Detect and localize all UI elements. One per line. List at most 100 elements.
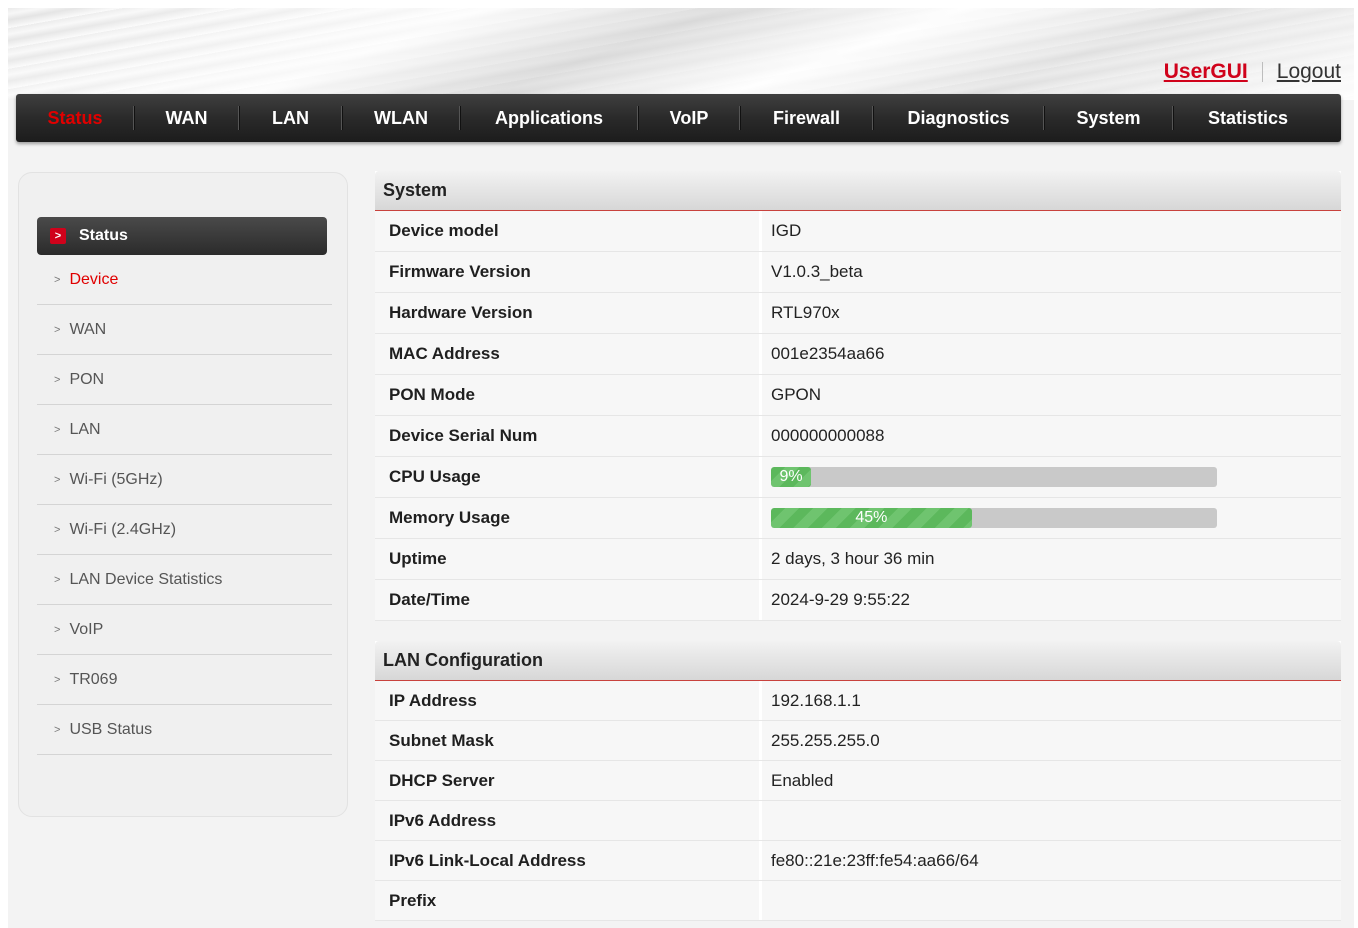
row-label: Hardware Version (375, 293, 762, 333)
row-value (762, 801, 1341, 840)
row-value: V1.0.3_beta (762, 252, 1341, 292)
logout-link[interactable]: Logout (1277, 60, 1341, 84)
sidebar-item-voip[interactable]: > VoIP (37, 605, 332, 655)
row-value (762, 881, 1341, 920)
row-value: Enabled (762, 761, 1341, 800)
nav-statistics[interactable]: Statistics (1173, 94, 1323, 142)
sidebar-item-usb-status[interactable]: > USB Status (37, 705, 332, 755)
chevron-right-icon: > (50, 228, 66, 244)
row-value: GPON (762, 375, 1341, 415)
cpu-usage-fill: 9% (771, 467, 812, 487)
table-row: IPv6 Link-Local Address fe80::21e:23ff:fe… (375, 841, 1341, 881)
arrow-icon: > (54, 273, 61, 286)
sidebar-item-tr069[interactable]: > TR069 (37, 655, 332, 705)
sidebar-item-wifi-5ghz[interactable]: > Wi-Fi (5GHz) (37, 455, 332, 505)
memory-usage-bar: 45% (771, 508, 1217, 528)
link-divider (1261, 62, 1263, 82)
row-value: fe80::21e:23ff:fe54:aa66/64 (762, 841, 1341, 880)
system-panel-title: System (375, 171, 1341, 211)
sidebar-item-label: Wi-Fi (5GHz) (69, 470, 163, 488)
nav-status[interactable]: Status (16, 94, 134, 142)
sidebar-item-pon[interactable]: > PON (37, 355, 332, 405)
table-row: CPU Usage 9% (375, 457, 1341, 498)
sidebar-item-label: USB Status (69, 720, 153, 738)
sidebar-item-lan-device-statistics[interactable]: > LAN Device Statistics (37, 555, 332, 605)
row-label: PON Mode (375, 375, 762, 415)
row-value: 192.168.1.1 (762, 681, 1341, 720)
nav-diagnostics[interactable]: Diagnostics (873, 94, 1044, 142)
row-value: 000000000088 (762, 416, 1341, 456)
table-row: PON Mode GPON (375, 375, 1341, 416)
nav-system[interactable]: System (1044, 94, 1173, 142)
nav-wlan[interactable]: WLAN (342, 94, 460, 142)
table-row: Device model IGD (375, 211, 1341, 252)
row-value: RTL970x (762, 293, 1341, 333)
arrow-icon: > (54, 373, 61, 386)
sidebar: > Status > Device > WAN > PON > LAN > Wi-Fi (… (18, 172, 348, 817)
arrow-icon: > (54, 473, 61, 486)
sidebar-item-label: LAN Device Statistics (69, 570, 223, 588)
sidebar-item-label: Device (69, 270, 119, 288)
row-label: Firmware Version (375, 252, 762, 292)
row-label: Memory Usage (375, 498, 762, 538)
sidebar-item-wifi-24ghz[interactable]: > Wi-Fi (2.4GHz) (37, 505, 332, 555)
usergui-link[interactable]: UserGUI (1164, 60, 1248, 84)
lan-config-title: LAN Configuration (375, 641, 1341, 681)
memory-usage-cell: 45% (762, 498, 1341, 538)
nav-firewall[interactable]: Firewall (740, 94, 873, 142)
row-label: MAC Address (375, 334, 762, 374)
table-row: Prefix (375, 881, 1341, 921)
main-nav: Status WAN LAN WLAN Applications VoIP Fi… (16, 94, 1341, 142)
lan-config-panel: LAN Configuration IP Address 192.168.1.1 … (375, 641, 1341, 921)
sidebar-item-lan[interactable]: > LAN (37, 405, 332, 455)
sidebar-item-wan[interactable]: > WAN (37, 305, 332, 355)
row-label: Subnet Mask (375, 721, 762, 760)
nav-lan[interactable]: LAN (239, 94, 342, 142)
sidebar-item-label: Wi-Fi (2.4GHz) (69, 520, 177, 538)
cpu-usage-bar: 9% (771, 467, 1217, 487)
memory-usage-fill: 45% (771, 508, 972, 528)
row-label: Device model (375, 211, 762, 251)
table-row: Firmware Version V1.0.3_beta (375, 252, 1341, 293)
sidebar-item-device[interactable]: > Device (37, 255, 332, 305)
table-row: Hardware Version RTL970x (375, 293, 1341, 334)
cpu-usage-label: 9% (779, 468, 803, 485)
arrow-icon: > (54, 323, 61, 336)
arrow-icon: > (54, 673, 61, 686)
row-value: IGD (762, 211, 1341, 251)
row-label: IPv6 Address (375, 801, 762, 840)
table-row: Device Serial Num 000000000088 (375, 416, 1341, 457)
sidebar-list: > Device > WAN > PON > LAN > Wi-Fi (5GHz) > Wi… (37, 255, 332, 755)
row-value: 001e2354aa66 (762, 334, 1341, 374)
table-row: DHCP Server Enabled (375, 761, 1341, 801)
table-row: Memory Usage 45% (375, 498, 1341, 539)
arrow-icon: > (54, 573, 61, 586)
table-row: Date/Time 2024-9-29 9:55:22 (375, 580, 1341, 621)
table-row: IP Address 192.168.1.1 (375, 681, 1341, 721)
row-label: Device Serial Num (375, 416, 762, 456)
user-links: UserGUI Logout (1164, 60, 1341, 84)
row-label: CPU Usage (375, 457, 762, 497)
arrow-icon: > (54, 423, 61, 436)
header-banner (8, 8, 1354, 100)
memory-usage-label: 45% (855, 509, 888, 526)
nav-applications[interactable]: Applications (460, 94, 638, 142)
sidebar-item-label: TR069 (69, 670, 118, 688)
nav-voip[interactable]: VoIP (638, 94, 740, 142)
table-row: Subnet Mask 255.255.255.0 (375, 721, 1341, 761)
row-label: IP Address (375, 681, 762, 720)
row-label: Prefix (375, 881, 762, 920)
arrow-icon: > (54, 623, 61, 636)
row-value: 255.255.255.0 (762, 721, 1341, 760)
sidebar-item-label: PON (69, 370, 105, 388)
sidebar-item-label: LAN (69, 420, 101, 438)
nav-wan[interactable]: WAN (134, 94, 239, 142)
row-label: DHCP Server (375, 761, 762, 800)
table-row: MAC Address 001e2354aa66 (375, 334, 1341, 375)
sidebar-heading: > Status (37, 217, 327, 255)
table-row: IPv6 Address (375, 801, 1341, 841)
arrow-icon: > (54, 723, 61, 736)
sidebar-item-label: WAN (69, 320, 107, 338)
row-label: IPv6 Link-Local Address (375, 841, 762, 880)
sidebar-item-label: VoIP (69, 620, 104, 638)
